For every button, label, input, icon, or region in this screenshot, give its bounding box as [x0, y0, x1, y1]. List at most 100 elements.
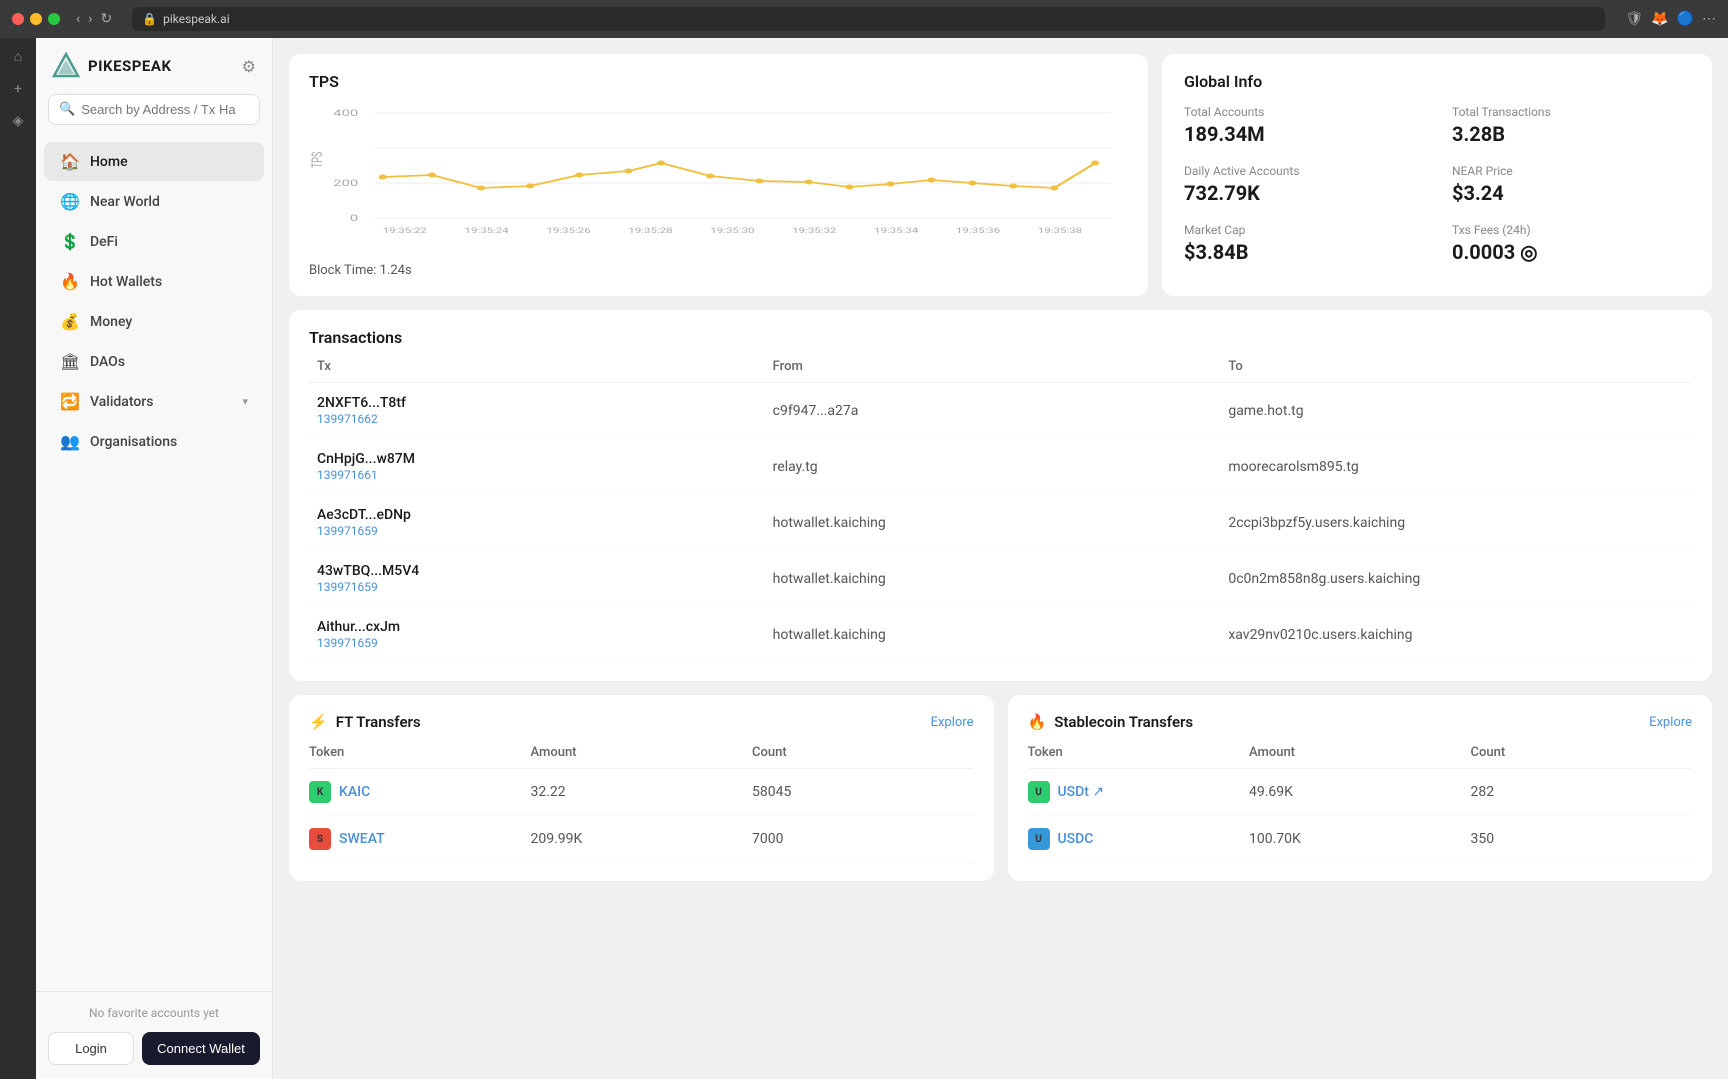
table-row: 2NXFT6...T8tf 139971662 c9f947...a27a ga…	[309, 383, 1692, 439]
ft-transfers-card: ⚡ FT Transfers Explore Token Amount Coun…	[289, 695, 994, 881]
logo-area: PIKESPEAK	[52, 52, 171, 80]
sidebar-item-defi[interactable]: 💲 DeFi	[44, 222, 264, 261]
search-input[interactable]	[81, 102, 249, 117]
tx-from[interactable]: hotwallet.kaiching	[773, 627, 1229, 643]
list-item: U USDt ↗ 49.69K 282	[1028, 769, 1693, 816]
tx-id[interactable]: 139971659	[317, 636, 773, 650]
logo-text: PIKESPEAK	[88, 57, 171, 75]
global-item-label: Total Transactions	[1452, 105, 1690, 119]
menu-icon[interactable]: ⋯	[1702, 11, 1716, 27]
tx-id[interactable]: 139971659	[317, 580, 773, 594]
nav-forward[interactable]: ›	[88, 11, 92, 27]
browser-dots	[12, 13, 60, 25]
token-count: 350	[1471, 831, 1693, 847]
stablecoin-col-count: Count	[1471, 745, 1693, 760]
stablecoin-transfer-header: 🔥 Stablecoin Transfers Explore	[1028, 713, 1693, 731]
search-box[interactable]: 🔍	[48, 94, 260, 125]
nav-icon-organisations: 👥	[60, 432, 80, 451]
token-amount: 100.70K	[1249, 831, 1471, 847]
tx-hash[interactable]: 43wTBQ...M5V4	[317, 563, 773, 579]
list-item: S SWEAT 209.99K 7000	[309, 816, 974, 863]
top-row: TPS 400 200 0 TPS 19:35:22	[289, 54, 1712, 296]
global-info-grid: Total Accounts 189.34M Total Transaction…	[1184, 105, 1690, 264]
sidebar-item-hot-wallets[interactable]: 🔥 Hot Wallets	[44, 262, 264, 301]
connect-wallet-button[interactable]: Connect Wallet	[142, 1032, 260, 1065]
tx-to[interactable]: xav29nv0210c.users.kaiching	[1228, 627, 1684, 643]
table-row: Ae3cDT...eDNp 139971659 hotwallet.kaichi…	[309, 495, 1692, 551]
tx-hash[interactable]: 2NXFT6...T8tf	[317, 395, 773, 411]
sidebar-item-validators[interactable]: 🔁 Validators ▾	[44, 382, 264, 421]
tx-from[interactable]: relay.tg	[773, 459, 1229, 475]
tx-rows: 2NXFT6...T8tf 139971662 c9f947...a27a ga…	[309, 383, 1692, 663]
nav-label-defi: DeFi	[90, 234, 118, 250]
svg-text:19:35:28: 19:35:28	[628, 227, 672, 235]
svg-text:400: 400	[333, 108, 358, 118]
left-panel-plus[interactable]: +	[14, 81, 22, 97]
sidebar-item-home[interactable]: 🏠 Home	[44, 142, 264, 181]
tx-from[interactable]: hotwallet.kaiching	[773, 515, 1229, 531]
list-item: U USDC 100.70K 350	[1028, 816, 1693, 863]
stablecoin-transfer-icon: 🔥	[1028, 713, 1047, 731]
left-panel: ⌂ + ◈	[0, 38, 36, 1079]
ft-col-headers: Token Amount Count	[309, 745, 974, 769]
nav-label-organisations: Organisations	[90, 434, 177, 450]
tx-from[interactable]: c9f947...a27a	[773, 403, 1229, 419]
dot-close[interactable]	[12, 13, 24, 25]
nav-label-near-world: Near World	[90, 194, 160, 210]
tx-hash[interactable]: Ae3cDT...eDNp	[317, 507, 773, 523]
tx-to[interactable]: 0c0n2m858n8g.users.kaiching	[1228, 571, 1684, 587]
tx-hash[interactable]: Aithur...cxJm	[317, 619, 773, 635]
sidebar-item-money[interactable]: 💰 Money	[44, 302, 264, 341]
nav-back[interactable]: ‹	[76, 11, 80, 27]
ft-explore-link[interactable]: Explore	[931, 715, 974, 730]
extension-icon-1[interactable]: 🛡	[1625, 11, 1643, 27]
token-name[interactable]: USDt ↗	[1058, 784, 1105, 800]
global-item-label: Txs Fees (24h)	[1452, 223, 1690, 237]
left-panel-near[interactable]: ◈	[13, 113, 24, 129]
settings-icon[interactable]: ⚙	[242, 57, 256, 76]
global-item-value: 0.0003 ◎	[1452, 240, 1690, 264]
global-item-label: NEAR Price	[1452, 164, 1690, 178]
tx-from[interactable]: hotwallet.kaiching	[773, 571, 1229, 587]
sidebar-item-daos[interactable]: 🏛 DAOs	[44, 342, 264, 381]
sidebar-bottom: No favorite accounts yet Login Connect W…	[36, 991, 272, 1079]
tx-id[interactable]: 139971662	[317, 412, 773, 426]
svg-text:19:35:36: 19:35:36	[956, 227, 1000, 235]
token-name[interactable]: SWEAT	[339, 831, 385, 847]
token-amount: 32.22	[531, 784, 753, 800]
block-time-label: Block Time:	[309, 263, 376, 278]
sidebar-item-organisations[interactable]: 👥 Organisations	[44, 422, 264, 461]
global-item: Total Transactions 3.28B	[1452, 105, 1690, 146]
tx-to[interactable]: moorecarolsm895.tg	[1228, 459, 1684, 475]
tx-col-to: To	[1228, 359, 1684, 374]
login-button[interactable]: Login	[48, 1032, 134, 1065]
nav-refresh[interactable]: ↻	[100, 11, 112, 27]
svg-text:19:35:32: 19:35:32	[792, 227, 836, 235]
global-item-value: $3.24	[1452, 181, 1690, 205]
tx-hash[interactable]: CnHpjG...w87M	[317, 451, 773, 467]
token-name[interactable]: KAIC	[339, 784, 370, 800]
stablecoin-explore-link[interactable]: Explore	[1649, 715, 1692, 730]
tx-to[interactable]: 2ccpi3bpzf5y.users.kaiching	[1228, 515, 1684, 531]
global-item-value: $3.84B	[1184, 240, 1422, 264]
url-text: pikespeak.ai	[163, 12, 230, 26]
extension-icon-3[interactable]: 🔵	[1677, 11, 1694, 27]
address-bar[interactable]: 🔒 pikespeak.ai	[132, 7, 1605, 31]
extension-icon-2[interactable]: 🦊	[1651, 11, 1668, 27]
sidebar-item-near-world[interactable]: 🌐 Near World	[44, 182, 264, 221]
token-name[interactable]: USDC	[1058, 831, 1094, 847]
sidebar-header: PIKESPEAK ⚙	[36, 52, 272, 94]
global-info-title: Global Info	[1184, 72, 1690, 91]
ft-col-count: Count	[752, 745, 974, 760]
tx-id[interactable]: 139971661	[317, 468, 773, 482]
dot-maximize[interactable]	[48, 13, 60, 25]
tx-id[interactable]: 139971659	[317, 524, 773, 538]
left-panel-home[interactable]: ⌂	[14, 48, 22, 65]
list-item: K KAIC 32.22 58045	[309, 769, 974, 816]
block-time: Block Time: 1.24s	[309, 263, 1128, 278]
dot-minimize[interactable]	[30, 13, 42, 25]
svg-text:19:35:26: 19:35:26	[547, 227, 591, 235]
tx-to[interactable]: game.hot.tg	[1228, 403, 1684, 419]
no-favorites-text: No favorite accounts yet	[48, 1006, 260, 1020]
nav-label-validators: Validators	[90, 394, 153, 410]
